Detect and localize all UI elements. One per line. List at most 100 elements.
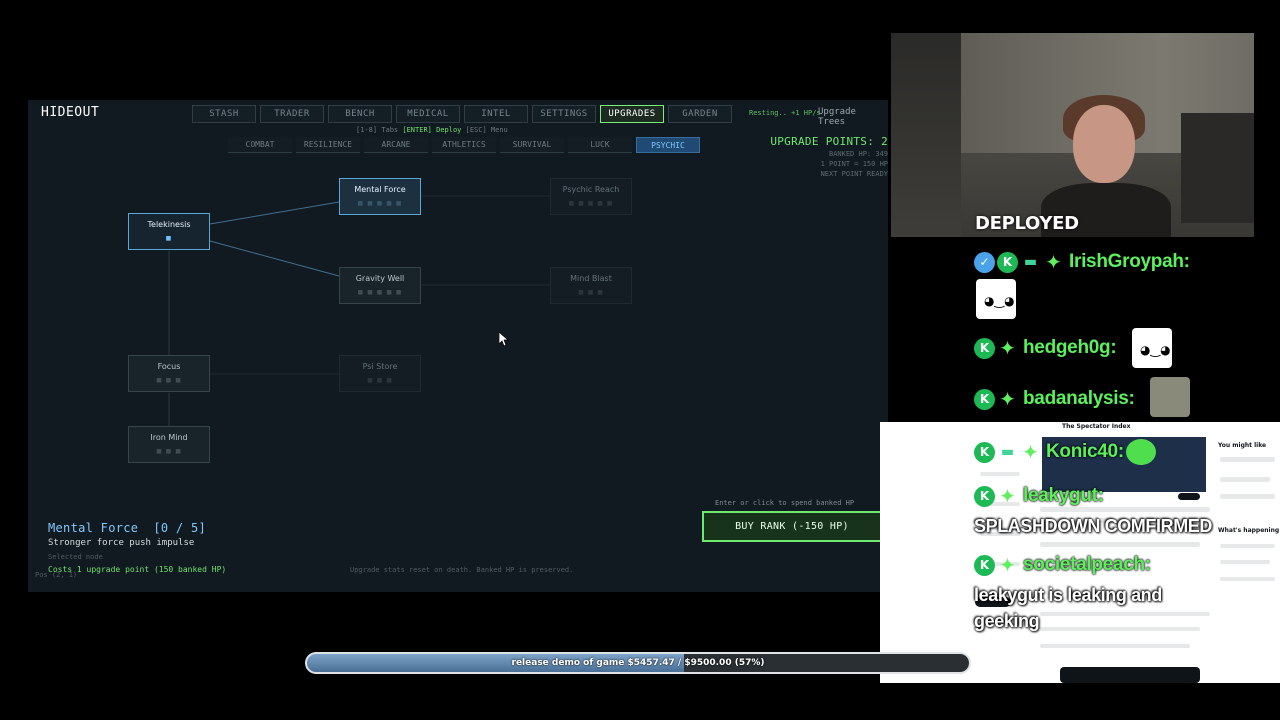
chat-message-text: SPLASHDOWN COMFIRMED [974,516,1212,536]
resting-status: Resting.. +1 HP/s [749,109,821,117]
point-rate: 1 POINT = 150 HP [820,160,888,168]
subscriber-badge-icon: ▬ [1000,444,1015,460]
tab-medical[interactable]: MEDICAL [396,105,460,123]
chat-message: K ✦ societalpeach: [974,553,1151,577]
verified-badge-icon: ✓ [974,251,995,273]
chat-overlay: ✓ K ▬ ✦ IrishGroypah: ◕‿◕ K ✦ hedgeh0g: … [970,242,1280,642]
mouse-cursor-icon [499,332,509,347]
chat-username: societalpeach: [1023,554,1151,575]
kick-badge-icon: K [974,337,995,359]
chat-username: hedgeh0g: [1023,337,1117,358]
tree-tab-combat[interactable]: COMBAT [228,137,292,153]
person-emote-icon [1150,377,1190,417]
hint-deploy: [ENTER] Deploy [402,126,462,134]
donation-goal-bar: release demo of game $5457.47 / $9500.00… [305,652,971,674]
sparkle-badge-icon: ✦ [1045,250,1062,274]
chat-message: K ✦ leakygut: [974,484,1104,508]
tree-tab-psychic[interactable]: PSYCHIC [636,137,700,153]
tree-tab-athletics[interactable]: ATHLETICS [432,137,496,153]
twitter-bottom-bar [1060,667,1200,683]
pepe-emote-icon: ◕‿◕ [1132,328,1172,368]
chat-username: IrishGroypah: [1069,251,1190,272]
next-point-status: NEXT POINT READY [820,170,888,178]
node-pips: ■ ■ ■ ■ ■ [357,289,403,296]
kick-badge-icon: K [974,441,995,463]
banked-hp: BANKED HP: 349 [828,150,888,158]
node-label: Psi Store [362,362,398,371]
node-focus[interactable]: Focus ■ ■ ■ [128,355,210,392]
tab-upgrades[interactable]: UPGRADES [600,105,664,123]
emote-face-icon: ◕‿◕ [984,294,1015,308]
node-label: Mind Blast [570,274,612,283]
node-label: Gravity Well [355,274,405,283]
upgrade-points-count: UPGRADE POINTS: 2 [770,135,888,148]
node-pips: ■ ■ ■ [578,289,604,296]
buy-rank-button[interactable]: BUY RANK (-150 HP) [702,511,882,542]
node-pips: ■ ■ ■ [156,377,182,384]
selected-node-caption: Selected node [48,553,103,561]
selected-node-cost: Costs 1 upgrade point (150 banked HP) [48,565,227,574]
chat-message: K ▬ ✦ Konic40: [974,439,1156,465]
streamer-face [1073,105,1135,183]
sparkle-badge-icon: ✦ [999,484,1016,508]
node-psychic-reach[interactable]: Psychic Reach ■ ■ ■ ■ ■ [550,178,632,215]
chat-username: Konic40: [1046,441,1124,462]
tab-trader[interactable]: TRADER [260,105,324,123]
node-mind-blast[interactable]: Mind Blast ■ ■ ■ [550,267,632,304]
node-telekinesis[interactable]: Telekinesis ■ [128,213,210,250]
tree-tab-bar: COMBAT RESILIENCE ARCANE ATHLETICS SURVI… [228,137,700,153]
node-label: Psychic Reach [562,185,620,194]
tab-garden[interactable]: GARDEN [668,105,732,123]
node-psi-store[interactable]: Psi Store ■ ■ ■ [339,355,421,392]
node-gravity-well[interactable]: Gravity Well ■ ■ ■ ■ ■ [339,267,421,304]
buy-hint: Enter or click to spend banked HP [715,499,855,507]
node-label: Telekinesis [147,220,191,229]
twitter-text-line [1040,644,1190,648]
tab-intel[interactable]: INTEL [464,105,528,123]
link-telekinesis-mental-force [209,201,340,225]
sparkle-badge-icon: ✦ [999,553,1016,577]
tab-settings[interactable]: SETTINGS [532,105,596,123]
hint-menu: [ESC] Menu [465,126,508,134]
tree-tab-luck[interactable]: LUCK [568,137,632,153]
webcam-furniture [1181,113,1254,223]
link-telekinesis-gravity-well [209,240,340,277]
tab-bench[interactable]: BENCH [328,105,392,123]
hint-tabs: [1-8] Tabs [356,126,399,134]
node-label: Mental Force [354,185,406,194]
chat-username: badanalysis: [1023,388,1135,409]
selected-node-description: Stronger force push impulse [48,538,195,548]
kick-badge-icon: K [974,388,995,410]
tree-tab-survival[interactable]: SURVIVAL [500,137,564,153]
webcam-doorframe [891,33,961,237]
node-mental-force[interactable]: Mental Force ■ ■ ■ ■ ■ [339,178,421,215]
upgrade-points-panel: UPGRADE POINTS: 2 BANKED HP: 349 1 POINT… [728,135,888,179]
emote-face-icon: ◕‿◕ [1140,343,1171,357]
tab-stash[interactable]: STASH [192,105,256,123]
kick-badge-icon: K [997,251,1018,273]
chat-username: leakygut: [1023,485,1104,506]
node-pips: ■ ■ ■ ■ ■ [357,200,403,207]
pepe-emote-icon: ◕‿◕ [976,279,1016,319]
node-label: Iron Mind [150,433,188,442]
sparkle-badge-icon: ✦ [999,387,1016,411]
tree-tab-resilience[interactable]: RESILIENCE [296,137,360,153]
node-pips: ■ ■ ■ [156,448,182,455]
node-pips: ■ ■ ■ ■ ■ [568,200,614,207]
tree-tab-arcane[interactable]: ARCANE [364,137,428,153]
reset-note: Upgrade stats reset on death. Banked HP … [350,566,574,574]
donation-goal-label: release demo of game $5457.47 / $9500.00… [511,658,765,668]
stream-scene: HIDEOUT STASH TRADER BENCH MEDICAL INTEL… [0,0,1280,720]
node-iron-mind[interactable]: Iron Mind ■ ■ ■ [128,426,210,463]
key-hints: [1-8] Tabs [ENTER] Deploy [ESC] Menu [356,126,508,134]
chat-message: K ✦ badanalysis: [974,387,1135,411]
chat-message: K ✦ hedgeh0g: [974,336,1117,360]
node-pips: ■ ■ ■ [367,377,393,384]
node-pips: ■ [165,235,173,242]
sparkle-badge-icon: ✦ [1022,440,1039,464]
selected-node-title: Mental Force [0 / 5] [48,521,207,535]
kick-badge-icon: K [974,485,995,507]
game-title: HIDEOUT [41,105,100,120]
game-window: HIDEOUT STASH TRADER BENCH MEDICAL INTEL… [28,100,888,592]
deployed-overlay: DEPLOYED [975,213,1079,234]
